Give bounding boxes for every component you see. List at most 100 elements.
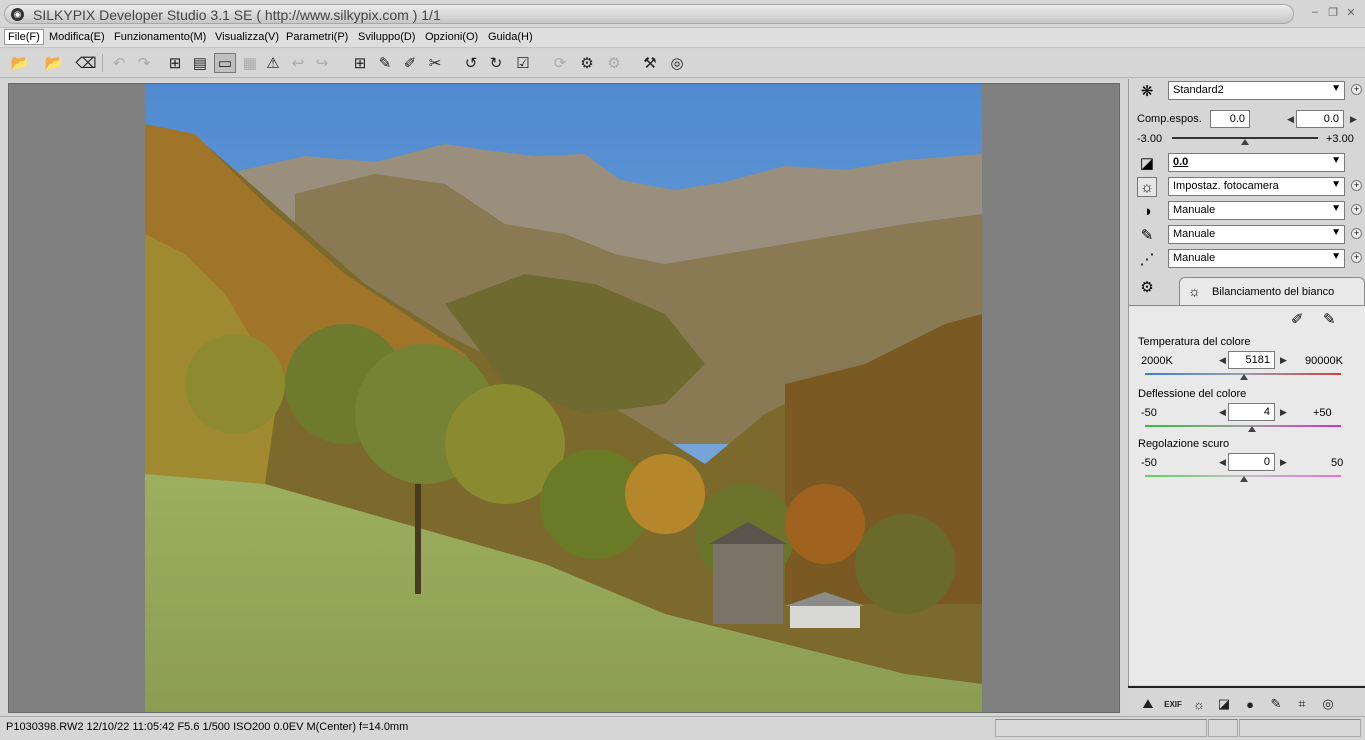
tone-icon[interactable]: ◪ xyxy=(1214,694,1234,714)
grid-view-icon[interactable]: ⊞ xyxy=(164,53,186,73)
color-pick-icon[interactable]: ✐ xyxy=(399,53,421,73)
help-icon[interactable]: ◎ xyxy=(666,53,688,73)
check-icon[interactable]: ☑ xyxy=(512,53,534,73)
deflection-slider-track[interactable] xyxy=(1145,425,1341,427)
deflection-increase-icon[interactable]: ▶ xyxy=(1280,407,1287,418)
tab-white-balance[interactable]: ☼ Bilanciamento del bianco xyxy=(1179,277,1365,305)
temperature-increase-icon[interactable]: ▶ xyxy=(1280,355,1287,366)
batch-develop-icon[interactable]: ⚙ xyxy=(576,53,598,73)
develop-panel: ❋ Standard2 ▼ + Comp.espos. 0.0 ◀ 0.0 ▶ -… xyxy=(1128,79,1365,716)
mountain-landscape-image xyxy=(145,84,982,712)
chevron-down-icon: ▼ xyxy=(1331,155,1341,166)
taste-icon[interactable]: ❋ xyxy=(1137,81,1157,101)
add-sharpness-icon[interactable]: + xyxy=(1351,228,1362,239)
add-white-balance-icon[interactable]: + xyxy=(1351,180,1362,191)
color-sphere-icon[interactable]: ● xyxy=(1240,694,1260,714)
exposure-slider-thumb[interactable] xyxy=(1241,139,1249,145)
dark-adjust-max-label: 50 xyxy=(1331,457,1344,469)
sun-icon[interactable]: ☼ xyxy=(1189,694,1209,714)
crop-icon[interactable]: ⊞ xyxy=(349,53,371,73)
deflection-input[interactable]: 4 xyxy=(1228,403,1275,421)
open-file-icon[interactable]: 📂 xyxy=(43,53,65,73)
menu-modifica[interactable]: Modifica(E) xyxy=(46,31,108,43)
menu-guida[interactable]: Guida(H) xyxy=(485,31,536,43)
temperature-slider-thumb[interactable] xyxy=(1240,374,1248,380)
back-icon[interactable]: ↩ xyxy=(287,53,309,73)
menu-file[interactable]: File(F) xyxy=(4,29,44,45)
exif-icon[interactable]: EXIF xyxy=(1163,694,1183,714)
refresh-icon[interactable]: ⟳ xyxy=(549,53,571,73)
single-view-icon[interactable]: ▭ xyxy=(214,53,236,73)
undo-icon[interactable]: ↶ xyxy=(108,53,130,73)
rotate-right-icon[interactable]: ↻ xyxy=(485,53,507,73)
temperature-input[interactable]: 5181 xyxy=(1228,351,1275,369)
exposure-increase-icon[interactable]: ▶ xyxy=(1350,114,1357,125)
dark-adjust-label: Regolazione scuro xyxy=(1138,438,1230,450)
compare-view-icon[interactable]: ▦ xyxy=(239,53,261,73)
title-bar: ◉ SILKYPIX Developer Studio 3.1 SE ( htt… xyxy=(0,0,1365,28)
deflection-label: Deflessione del colore xyxy=(1138,388,1247,400)
sharpness-select[interactable]: Manuale ▼ xyxy=(1168,225,1345,244)
photo-preview[interactable] xyxy=(145,84,982,712)
crop-icon[interactable]: ⌗ xyxy=(1292,694,1312,714)
white-balance-select[interactable]: Impostaz. fotocamera ▼ xyxy=(1168,177,1345,196)
rotate-left-icon[interactable]: ↺ xyxy=(460,53,482,73)
exposure-fine-input[interactable]: 0.0 xyxy=(1296,110,1344,128)
white-balance-panel: ✐ ✎ Temperatura del colore 2000K ◀ 5181 … xyxy=(1129,305,1365,685)
tone-select[interactable]: 0.0 ▼ xyxy=(1168,153,1345,172)
minimize-button[interactable]: – xyxy=(1308,6,1322,18)
sun-icon: ☼ xyxy=(1188,283,1201,299)
dark-adjust-decrease-icon[interactable]: ◀ xyxy=(1219,457,1226,468)
add-taste-icon[interactable]: + xyxy=(1351,84,1362,95)
sharpness-icon[interactable]: ✎ xyxy=(1137,225,1157,245)
develop-icon[interactable]: ⚙ xyxy=(603,53,625,73)
sun-icon[interactable]: ☼ xyxy=(1137,177,1157,197)
noise-reduction-icon[interactable]: ⋰ xyxy=(1137,249,1157,269)
restore-button[interactable]: ❐ xyxy=(1326,6,1340,19)
add-noise-icon[interactable]: + xyxy=(1351,252,1362,263)
menu-sviluppo[interactable]: Sviluppo(D) xyxy=(355,31,418,43)
exposure-input[interactable]: 0.0 xyxy=(1210,110,1250,128)
white-balance-row: ☼ Impostaz. fotocamera ▼ + xyxy=(1129,175,1365,199)
taste-select[interactable]: Standard2 ▼ xyxy=(1168,81,1345,100)
noise-select[interactable]: Manuale ▼ xyxy=(1168,249,1345,268)
exposure-decrease-icon[interactable]: ◀ xyxy=(1287,114,1294,125)
forward-icon[interactable]: ↪ xyxy=(311,53,333,73)
tone-row: ◪ 0.0 ▼ xyxy=(1129,151,1365,175)
list-view-icon[interactable]: ▤ xyxy=(189,53,211,73)
histogram-icon[interactable]: ⛰ xyxy=(1138,694,1158,714)
dark-adjust-slider-thumb[interactable] xyxy=(1240,476,1248,482)
settings-gears-icon[interactable]: ⚙ xyxy=(1137,277,1157,297)
image-viewer[interactable] xyxy=(8,83,1120,713)
pipette-icon[interactable]: ✎ xyxy=(1266,694,1286,714)
close-button[interactable]: ✕ xyxy=(1344,6,1358,19)
open-folder-icon[interactable]: 📂 xyxy=(9,53,31,73)
contrast-select[interactable]: Manuale ▼ xyxy=(1168,201,1345,220)
panel-bottom-bar: ⛰ EXIF ☼ ◪ ● ✎ ⌗ ◎ xyxy=(1128,686,1365,716)
app-logo-icon: ◉ xyxy=(11,8,24,21)
gray-pick-icon[interactable]: ✐ xyxy=(1291,310,1304,328)
exposure-min-label: -3.00 xyxy=(1137,133,1163,145)
menu-parametri[interactable]: Parametri(P) xyxy=(283,31,351,43)
warning-icon[interactable]: ⚠ xyxy=(262,53,284,73)
temperature-decrease-icon[interactable]: ◀ xyxy=(1219,355,1226,366)
window-title: SILKYPIX Developer Studio 3.1 SE ( http:… xyxy=(33,7,441,23)
deflection-slider-thumb[interactable] xyxy=(1248,426,1256,432)
dark-adjust-input[interactable]: 0 xyxy=(1228,453,1275,471)
redo-icon[interactable]: ↷ xyxy=(133,53,155,73)
wb-pick-icon[interactable]: ✎ xyxy=(1323,310,1336,328)
menu-opzioni[interactable]: Opzioni(O) xyxy=(422,31,481,43)
hammer-icon[interactable]: ⚒ xyxy=(639,53,661,73)
add-contrast-icon[interactable]: + xyxy=(1351,204,1362,215)
lens-icon[interactable]: ◎ xyxy=(1318,694,1338,714)
menu-funzionamento[interactable]: Funzionamento(M) xyxy=(111,31,209,43)
tone-pick-icon[interactable]: ✎ xyxy=(374,53,396,73)
erase-icon[interactable]: ⌫ xyxy=(75,53,97,73)
title-pill[interactable]: ◉ SILKYPIX Developer Studio 3.1 SE ( htt… xyxy=(4,4,1294,24)
menu-visualizza[interactable]: Visualizza(V) xyxy=(212,31,282,43)
dark-adjust-increase-icon[interactable]: ▶ xyxy=(1280,457,1287,468)
pipette-icon[interactable]: ✂ xyxy=(424,53,446,73)
tone-icon[interactable]: ◪ xyxy=(1137,153,1157,173)
contrast-icon[interactable]: ◑ xyxy=(1137,201,1157,221)
deflection-decrease-icon[interactable]: ◀ xyxy=(1219,407,1226,418)
